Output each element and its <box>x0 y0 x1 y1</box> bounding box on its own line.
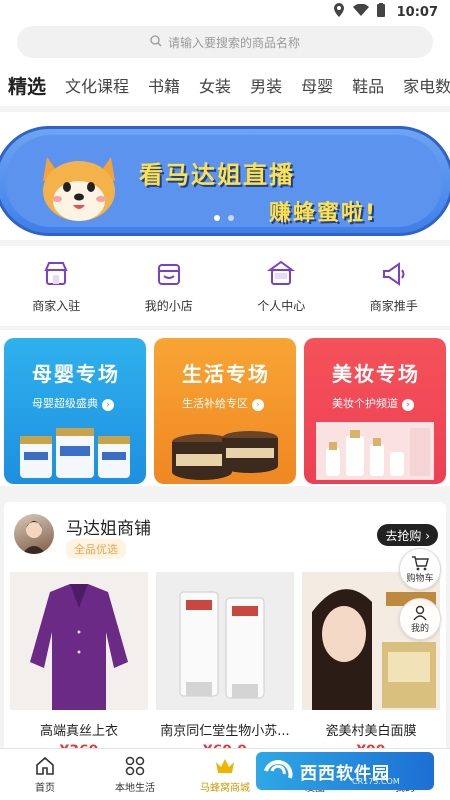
home-icon <box>36 756 54 775</box>
location-icon <box>333 3 345 21</box>
banner-carousel[interactable]: 看马达姐直播 赚蜂蜜啦! <box>0 112 450 240</box>
shop-owner-photo <box>22 521 46 554</box>
product-name: 瓷美村美白面膜 <box>325 724 417 739</box>
tab-mother-baby[interactable]: 母婴 <box>301 73 333 97</box>
crown-icon <box>216 759 234 773</box>
watermark-sub: CR173.COM <box>352 777 400 786</box>
shop-tag: 全品优选 <box>66 539 126 559</box>
tab-culture-courses[interactable]: 文化课程 <box>65 73 129 97</box>
chevron-right-icon: › <box>102 399 114 411</box>
site-watermark: 西西软件园 CR173.COM <box>256 752 434 790</box>
nav-label: 首页 <box>35 783 55 794</box>
tab-appliances[interactable]: 家电数 <box>403 73 450 97</box>
quick-menu-label: 商家入驻 <box>32 298 81 313</box>
promo-subtitle-text: 美妆个护频道 <box>332 397 398 410</box>
promo-subtitle-text: 母婴超级盛典 <box>32 397 98 410</box>
watermark-logo-icon <box>264 760 293 779</box>
me-float-button[interactable]: 我的 <box>399 598 441 640</box>
quick-menu-personal-center[interactable]: 个人中心 <box>231 259 331 314</box>
silk-blouse-image <box>10 572 148 710</box>
face-mask-model-image <box>302 572 440 710</box>
product-image <box>10 572 148 710</box>
category-tabs: 精选 文化课程 书籍 女装 男装 母婴 鞋品 家电数 <box>0 64 450 106</box>
promo-subtitle: 美妆个护频道 › <box>332 395 414 411</box>
nav-mall[interactable]: 马蜂窝商城 <box>185 755 265 794</box>
product-image <box>156 572 294 710</box>
tab-womens-wear[interactable]: 女装 <box>199 73 231 97</box>
search-icon <box>150 34 162 50</box>
product-card[interactable]: 南京同仁堂生物小苏... ¥69.9 <box>156 572 294 759</box>
go-buy-button[interactable]: 去抢购 › <box>377 524 438 546</box>
tab-shoes[interactable]: 鞋品 <box>352 73 384 97</box>
banner-title: 看马达姐直播 <box>139 161 295 189</box>
status-bar: 10:07 <box>0 0 450 24</box>
promo-title: 生活专场 <box>182 362 270 386</box>
promo-beauty[interactable]: 美妆专场 美妆个护频道 › <box>304 338 446 484</box>
chevron-right-icon: › <box>421 529 430 543</box>
quick-menu-merchant-join[interactable]: 商家入驻 <box>6 259 106 314</box>
chevron-right-icon: › <box>402 399 414 411</box>
storefront-icon <box>44 261 68 285</box>
quick-menu-my-shop[interactable]: 我的小店 <box>119 259 219 314</box>
shop-icon <box>157 263 180 285</box>
product-list: 高端真丝上衣 ¥369 南京同仁堂生物小苏... ¥69.9 <box>10 572 440 759</box>
user-store-icon <box>267 260 296 285</box>
promo-subtitle: 生活补给专区 › <box>182 395 264 411</box>
shop-name[interactable]: 马达姐商铺 <box>66 514 151 539</box>
search-input[interactable]: 请输入要搜索的商品名称 <box>17 26 433 58</box>
nav-local-life[interactable]: 本地生活 <box>95 755 175 794</box>
battery-icon <box>376 3 385 21</box>
shop-card: 马达姐商铺 全品优选 去抢购 › 高端真丝上衣 ¥369 <box>4 502 446 759</box>
promo-section: 母婴专场 母婴超级盛典 › 生活专场 生活补给专区 › 美妆专场 美妆个护频道 › <box>0 330 450 486</box>
banner-subtitle: 赚蜂蜜啦! <box>269 201 378 226</box>
promo-title: 美妆专场 <box>332 362 420 386</box>
search-placeholder: 请输入要搜索的商品名称 <box>167 35 300 50</box>
product-image <box>302 572 440 710</box>
nav-label: 马蜂窝商城 <box>200 783 250 794</box>
megaphone-icon <box>382 261 405 286</box>
clock: 10:07 <box>396 4 438 20</box>
promo-mother-baby[interactable]: 母婴专场 母婴超级盛典 › <box>4 338 146 484</box>
product-name: 高端真丝上衣 <box>39 724 118 739</box>
tab-mens-wear[interactable]: 男装 <box>250 73 282 97</box>
promo-life[interactable]: 生活专场 生活补给专区 › <box>154 338 296 484</box>
go-buy-label: 去抢购 <box>385 529 422 543</box>
quick-menu: 商家入驻 我的小店 个人中心 商家推手 <box>0 246 450 326</box>
product-name: 南京同仁堂生物小苏... <box>160 724 290 739</box>
nav-home[interactable]: 首页 <box>5 755 85 794</box>
carousel-indicator <box>214 215 234 221</box>
quick-menu-label: 我的小店 <box>144 298 193 313</box>
person-icon <box>413 605 427 620</box>
quick-menu-label: 个人中心 <box>257 298 306 313</box>
nav-label: 本地生活 <box>115 783 155 794</box>
cookie-tins-image <box>172 431 278 480</box>
cosmetics-set-image <box>316 422 434 480</box>
tab-featured[interactable]: 精选 <box>8 72 46 99</box>
cart-float-button[interactable]: 购物车 <box>399 548 441 590</box>
grid-icon <box>125 756 145 776</box>
shop-avatar[interactable] <box>14 514 54 554</box>
tab-books[interactable]: 书籍 <box>148 73 180 97</box>
chevron-right-icon: › <box>252 399 264 411</box>
promo-subtitle-text: 生活补给专区 <box>182 397 248 410</box>
quick-menu-label: 商家推手 <box>369 298 418 313</box>
carousel-dot <box>228 215 234 221</box>
toothpaste-image <box>156 572 294 710</box>
product-card[interactable]: 高端真丝上衣 ¥369 <box>10 572 148 759</box>
search-area: 请输入要搜索的商品名称 <box>0 24 450 64</box>
promo-title: 母婴专场 <box>32 362 120 386</box>
cart-icon <box>412 555 429 570</box>
carousel-dot <box>214 215 220 221</box>
cart-label: 购物车 <box>406 573 434 584</box>
me-label: 我的 <box>410 623 429 634</box>
wifi-icon <box>352 3 369 20</box>
shiba-dog-icon <box>43 157 115 221</box>
milk-formula-cans-image <box>20 428 130 478</box>
promo-subtitle: 母婴超级盛典 › <box>32 395 114 411</box>
quick-menu-merchant-promoter[interactable]: 商家推手 <box>344 259 444 314</box>
